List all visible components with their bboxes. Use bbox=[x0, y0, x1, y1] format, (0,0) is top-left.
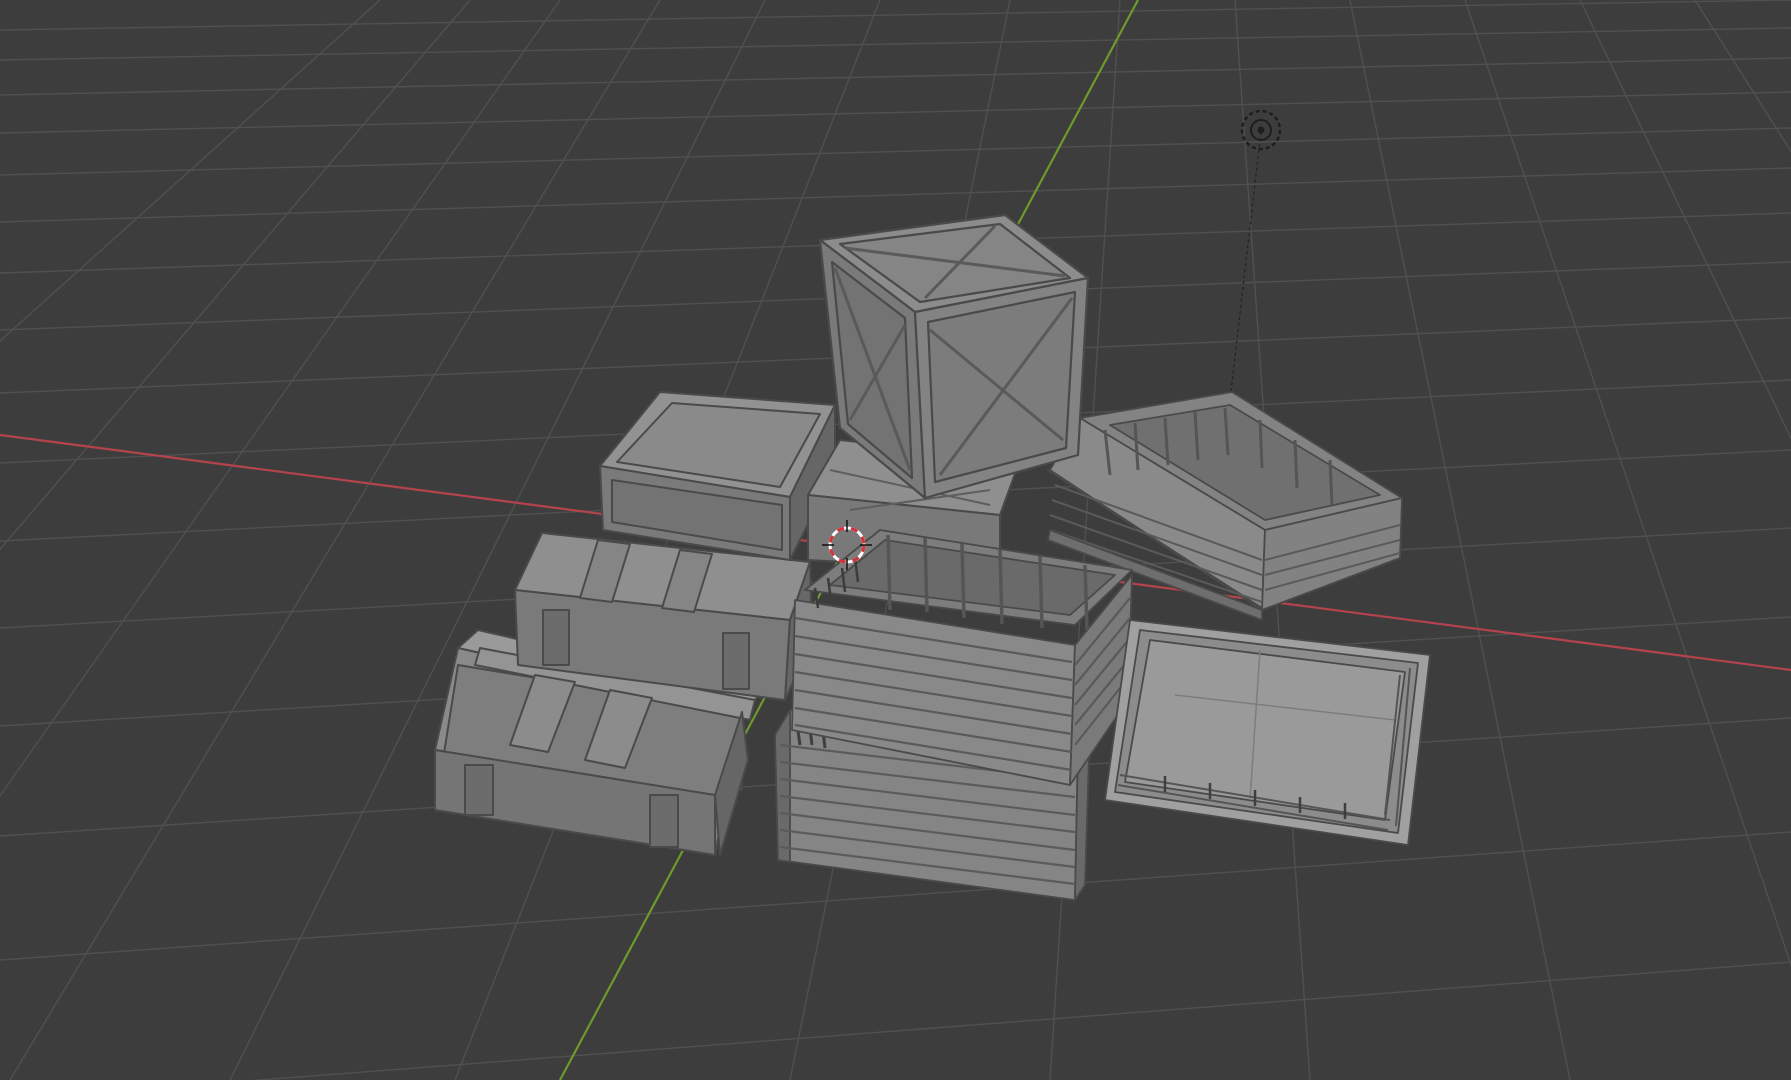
sun-lamp-icon[interactable] bbox=[1229, 109, 1282, 401]
crate-closed-left[interactable] bbox=[599, 391, 836, 561]
3d-viewport[interactable] bbox=[0, 0, 1791, 1080]
crate-lid-tray[interactable] bbox=[1104, 619, 1431, 846]
